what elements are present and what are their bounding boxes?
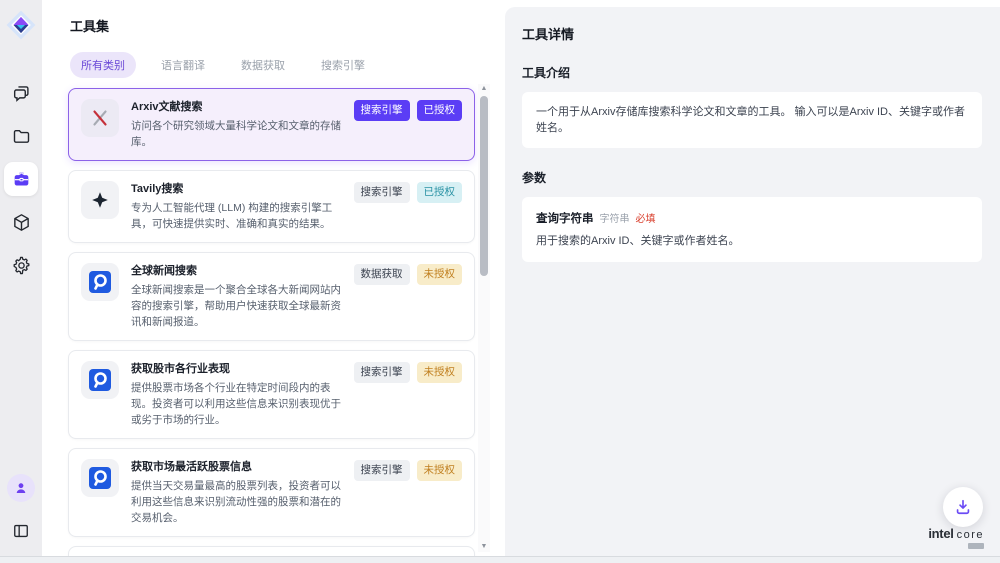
scrollbar-thumb[interactable] bbox=[480, 96, 488, 276]
scroll-up-icon[interactable]: ▲ bbox=[481, 84, 488, 94]
user-icon bbox=[13, 480, 29, 496]
details-title: 工具详情 bbox=[522, 24, 982, 43]
details-panel: 工具详情 工具介绍 一个用于从Arxiv存储库搜索科学论文和文章的工具。 输入可… bbox=[505, 0, 1000, 556]
tool-description: 专为人工智能代理 (LLM) 构建的搜索引擎工具，可快速提供实时、准确和真实的结… bbox=[131, 200, 342, 232]
tab-search[interactable]: 搜索引擎 bbox=[310, 52, 376, 78]
tool-icon bbox=[81, 263, 119, 301]
tool-auth-badge: 已授权 bbox=[417, 182, 463, 203]
brand-core: core bbox=[957, 530, 984, 541]
tool-auth-badge: 已授权 bbox=[417, 100, 463, 121]
chat-icon bbox=[11, 83, 32, 104]
tool-category-badge: 搜索引擎 bbox=[354, 460, 410, 481]
tab-translate[interactable]: 语言翻译 bbox=[150, 52, 216, 78]
sidebar bbox=[0, 0, 42, 556]
tool-title: 获取股市各行业表现 bbox=[131, 361, 342, 377]
category-tabs: 所有类别语言翻译数据获取搜索引擎 bbox=[70, 52, 505, 78]
tool-category-badge: 搜索引擎 bbox=[354, 100, 410, 121]
tool-auth-badge: 未授权 bbox=[417, 460, 463, 481]
tool-description: 访问各个研究领域大量科学论文和文章的存储库。 bbox=[131, 118, 342, 150]
tool-category-badge: 搜索引擎 bbox=[354, 362, 410, 383]
user-avatar[interactable] bbox=[7, 474, 35, 502]
tool-auth-badge: 未授权 bbox=[417, 264, 463, 285]
app-window: 工具集 所有类别语言翻译数据获取搜索引擎 Arxiv文献搜索 访问各个研究领域大… bbox=[0, 0, 1000, 556]
param-list: 查询字符串 字符串 必填 用于搜索的Arxiv ID、关键字或作者姓名。 bbox=[522, 197, 982, 262]
intel-core-badge-icon bbox=[968, 543, 984, 549]
tavily-icon bbox=[89, 189, 111, 211]
qnews-icon bbox=[87, 465, 113, 491]
tool-card-list: Arxiv文献搜索 访问各个研究领域大量科学论文和文章的存储库。 搜索引擎 已授… bbox=[68, 88, 475, 556]
tab-all[interactable]: 所有类别 bbox=[70, 52, 136, 78]
tool-description: 提供股票市场各个行业在特定时间段内的表现。投资者可以利用这些信息来识别表现优于或… bbox=[131, 380, 342, 428]
tool-icon bbox=[81, 459, 119, 497]
param-item: 查询字符串 字符串 必填 用于搜索的Arxiv ID、关键字或作者姓名。 bbox=[522, 197, 982, 262]
param-description: 用于搜索的Arxiv ID、关键字或作者姓名。 bbox=[536, 234, 968, 249]
tool-category-badge: 数据获取 bbox=[354, 264, 410, 285]
tool-auth-badge: 未授权 bbox=[417, 362, 463, 383]
intel-core-logo: intel core bbox=[928, 527, 984, 549]
param-type: 字符串 bbox=[600, 210, 630, 225]
intro-text: 一个用于从Arxiv存储库搜索科学论文和文章的工具。 输入可以是Arxiv ID… bbox=[522, 92, 982, 148]
scrollbar-track[interactable] bbox=[479, 94, 489, 542]
cube-icon bbox=[11, 212, 32, 233]
param-required-flag: 必填 bbox=[636, 210, 656, 225]
tool-card[interactable]: Tavily搜索 专为人工智能代理 (LLM) 构建的搜索引擎工具，可快速提供实… bbox=[68, 170, 475, 243]
tool-description: 全球新闻搜索是一个聚合全球各大新闻网站内容的搜索引擎，帮助用户快速获取全球最新资… bbox=[131, 282, 342, 330]
tool-title: 获取市场最活跃股票信息 bbox=[131, 459, 342, 475]
list-scrollbar: ▲ ▼ bbox=[478, 84, 490, 552]
sidebar-item-tools[interactable] bbox=[4, 162, 38, 196]
toolbox-icon bbox=[11, 169, 32, 190]
sidebar-item-packages[interactable] bbox=[4, 205, 38, 239]
tool-card[interactable]: 获取股市各行业表现 提供股票市场各个行业在特定时间段内的表现。投资者可以利用这些… bbox=[68, 350, 475, 439]
brand-intel: intel bbox=[928, 527, 953, 540]
tools-panel-title: 工具集 bbox=[70, 16, 505, 35]
qnews-icon bbox=[87, 269, 113, 295]
sidebar-item-settings[interactable] bbox=[4, 248, 38, 282]
arxiv-icon bbox=[89, 107, 111, 129]
sidebar-item-panel-toggle[interactable] bbox=[4, 514, 38, 548]
window-bottom-edge bbox=[0, 556, 1000, 563]
tool-icon bbox=[81, 361, 119, 399]
tool-title: 全球新闻搜索 bbox=[131, 263, 342, 279]
tool-description: 提供当天交易量最高的股票列表，投资者可以利用这些信息来识别流动性强的股票和潜在的… bbox=[131, 478, 342, 526]
intro-heading: 工具介绍 bbox=[522, 64, 982, 81]
download-icon bbox=[953, 497, 973, 517]
tool-card[interactable]: Arxiv文献搜索 访问各个研究领域大量科学论文和文章的存储库。 搜索引擎 已授… bbox=[68, 88, 475, 161]
sidebar-item-chat[interactable] bbox=[4, 76, 38, 110]
tool-title: Tavily搜索 bbox=[131, 181, 342, 197]
app-logo[interactable] bbox=[6, 10, 36, 40]
tab-data[interactable]: 数据获取 bbox=[230, 52, 296, 78]
download-button[interactable] bbox=[943, 487, 983, 527]
tool-card[interactable]: 全球新闻搜索 全球新闻搜索是一个聚合全球各大新闻网站内容的搜索引擎，帮助用户快速… bbox=[68, 252, 475, 341]
tool-title: Arxiv文献搜索 bbox=[131, 99, 342, 115]
qnews-icon bbox=[87, 367, 113, 393]
tool-icon bbox=[81, 99, 119, 137]
params-heading: 参数 bbox=[522, 169, 982, 186]
tools-panel: 工具集 所有类别语言翻译数据获取搜索引擎 Arxiv文献搜索 访问各个研究领域大… bbox=[42, 0, 505, 556]
settings-icon bbox=[11, 255, 32, 276]
tool-card[interactable]: 获取市场最活跃股票信息 提供当天交易量最高的股票列表，投资者可以利用这些信息来识… bbox=[68, 448, 475, 537]
panel-icon bbox=[11, 521, 31, 541]
tool-category-badge: 搜索引擎 bbox=[354, 182, 410, 203]
folder-icon bbox=[11, 126, 32, 147]
scroll-down-icon[interactable]: ▼ bbox=[481, 542, 488, 552]
param-name: 查询字符串 bbox=[536, 210, 594, 226]
tool-icon bbox=[81, 181, 119, 219]
tool-card[interactable]: 万维地区新闻查询 查询具体行政区划内的新闻，快速了解各地新闻动态。 搜索引擎 未… bbox=[68, 546, 475, 556]
sidebar-item-files[interactable] bbox=[4, 119, 38, 153]
